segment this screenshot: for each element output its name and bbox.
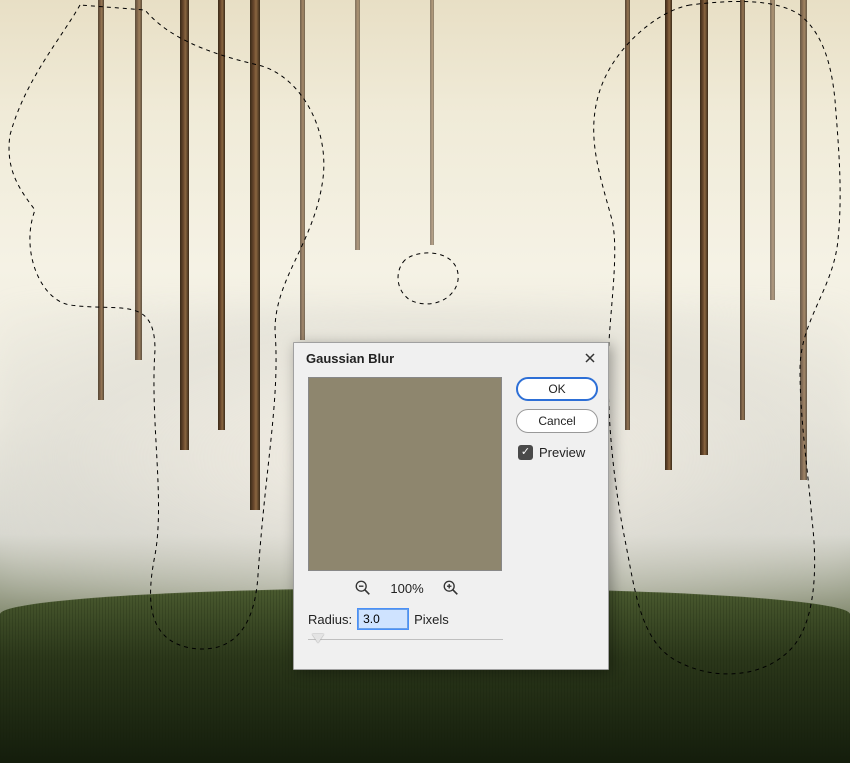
radius-slider[interactable]: [308, 639, 503, 653]
dialog-title: Gaussian Blur: [306, 351, 394, 366]
dialog-titlebar[interactable]: Gaussian Blur: [294, 343, 608, 373]
preview-label: Preview: [539, 445, 585, 460]
zoom-level: 100%: [390, 581, 423, 596]
radius-input[interactable]: [358, 609, 408, 629]
preview-checkbox[interactable]: ✓: [518, 445, 533, 460]
radius-units: Pixels: [414, 612, 449, 627]
filter-preview-thumbnail[interactable]: [308, 377, 502, 571]
radius-slider-thumb[interactable]: [312, 634, 324, 643]
close-icon[interactable]: [580, 348, 600, 368]
zoom-out-icon[interactable]: [354, 579, 372, 597]
gaussian-blur-dialog: Gaussian Blur 100% Radius: Pixels: [293, 342, 609, 670]
ok-button[interactable]: OK: [516, 377, 598, 401]
radius-label: Radius:: [308, 612, 352, 627]
cancel-button[interactable]: Cancel: [516, 409, 598, 433]
zoom-in-icon[interactable]: [442, 579, 460, 597]
